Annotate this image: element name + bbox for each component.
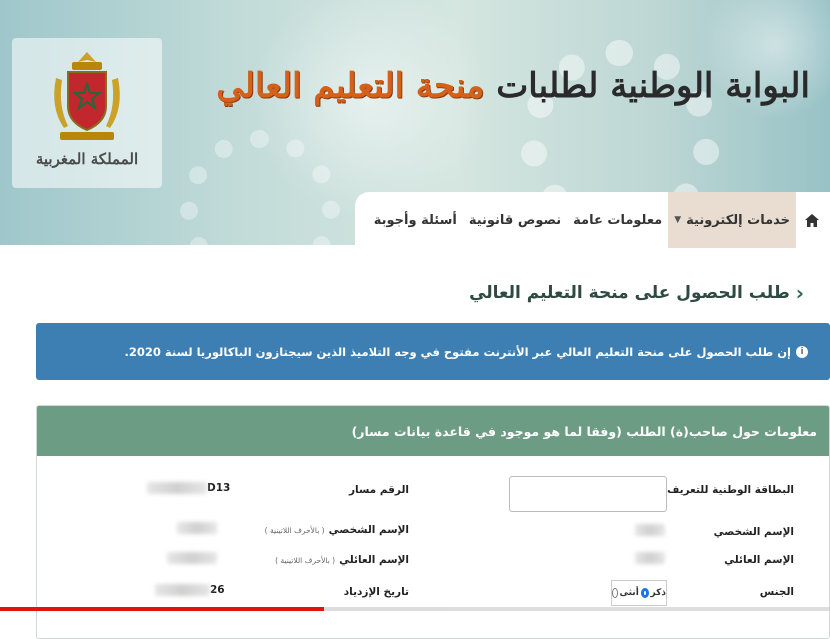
first-name-latin-label: الإسم الشخصي( بالأحرف اللاتينية ) [265, 524, 409, 536]
cin-label: البطاقة الوطنية للتعريف [667, 484, 794, 496]
info-alert: i إن طلب الحصول على منحة التعليم العالي … [36, 323, 830, 380]
birth-date-value-text: 26 [210, 584, 225, 596]
gender-female-label: أنثى [619, 588, 639, 598]
site-title: البوابة الوطنية لطلبات منحة التعليم العا… [216, 66, 810, 106]
massar-value: D13 [147, 482, 230, 494]
last-name-latin-label: الإسم العائلي( بالأحرف اللاتينية ) [275, 554, 409, 566]
cin-input[interactable] [509, 476, 667, 512]
info-icon: i [796, 345, 808, 358]
last-name-value [635, 552, 665, 564]
home-icon[interactable] [802, 210, 822, 230]
logo-caption: المملكة المغربية [35, 150, 139, 168]
nav-item-label: خدمات إلكترونية [686, 212, 790, 228]
massar-label: الرقم مسار [348, 484, 409, 496]
applicant-info-panel: معلومات حول صاحب(ة) الطلب (وفقا لما هو م… [36, 405, 830, 639]
chevron-left-icon: ‹ [795, 281, 804, 305]
gender-male-radio[interactable] [640, 588, 649, 598]
gender-radio-group: ذكر أنثى [611, 580, 667, 606]
nav-item-legal-texts[interactable]: نصوص قانونية [463, 192, 567, 248]
site-title-accent: منحة التعليم العالي [216, 66, 485, 106]
nav-item-e-services[interactable]: خدمات إلكترونية ▼ [668, 192, 796, 248]
nav-item-label: أسئلة وأجوبة [373, 212, 457, 228]
gender-label: الجنس [759, 586, 794, 598]
last-name-label: الإسم العائلي [724, 554, 794, 566]
nav-item-label: معلومات عامة [573, 212, 663, 228]
panel-header: معلومات حول صاحب(ة) الطلب (وفقا لما هو م… [37, 406, 829, 456]
caret-down-icon: ▼ [674, 215, 682, 225]
site-title-main: البوابة الوطنية لطلبات [496, 66, 810, 106]
massar-value-text: D13 [207, 482, 231, 494]
alert-text: إن طلب الحصول على منحة التعليم العالي عب… [124, 344, 792, 359]
video-played [0, 607, 324, 611]
latin-hint: ( بالأحرف اللاتينية ) [264, 526, 325, 535]
birth-date-label: تاريخ الإزدياد [343, 586, 409, 598]
first-name-latin-value [177, 522, 217, 534]
kingdom-logo[interactable]: المملكة المغربية [12, 38, 162, 188]
gender-female-radio[interactable] [612, 588, 618, 598]
main-nav: خدمات إلكترونية ▼ معلومات عامة نصوص قانو… [355, 192, 830, 248]
coat-of-arms-icon [54, 52, 120, 140]
nav-item-general-info[interactable]: معلومات عامة [567, 192, 668, 248]
first-name-value [635, 524, 665, 536]
first-name-latin-label-text: الإسم الشخصي [328, 524, 409, 536]
birth-date-value: 26 [155, 584, 225, 596]
page-title-text: طلب الحصول على منحة التعليم العالي [469, 283, 790, 303]
gender-male-label: ذكر [650, 588, 666, 598]
first-name-label: الإسم الشخصي [713, 526, 794, 538]
last-name-latin-value [167, 552, 217, 564]
latin-hint: ( بالأحرف اللاتينية ) [275, 556, 336, 565]
last-name-latin-label-text: الإسم العائلي [339, 554, 409, 566]
page-title: ‹ طلب الحصول على منحة التعليم العالي [469, 281, 804, 305]
video-progress-bar[interactable] [0, 607, 830, 611]
nav-item-label: نصوص قانونية [468, 212, 562, 228]
nav-item-faq[interactable]: أسئلة وأجوبة [368, 192, 463, 248]
